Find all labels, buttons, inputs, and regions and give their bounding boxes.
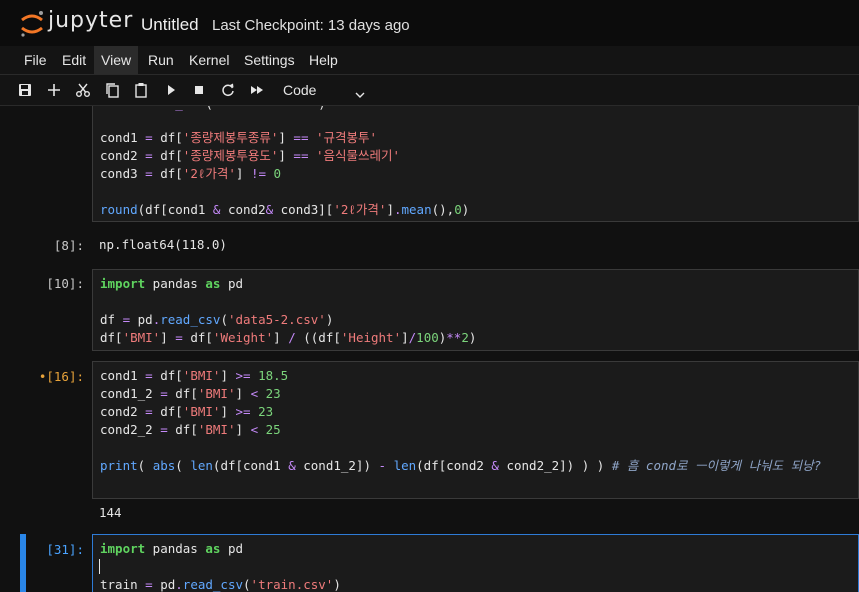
restart-icon[interactable]: [219, 81, 237, 99]
menu-view[interactable]: View: [94, 46, 139, 74]
chevron-down-icon[interactable]: [354, 86, 366, 98]
code-line: round(df[cond1 & cond2& cond3]['2ℓ가격'].m…: [100, 202, 470, 217]
cell-editor[interactable]: _ ( ) cond1 = df['종량제봉투종류'] == '규격봉투' co…: [92, 106, 859, 222]
menu-help[interactable]: Help: [302, 46, 345, 74]
paste-icon[interactable]: [132, 81, 150, 99]
code-line: _ ( ): [100, 106, 326, 113]
code-line: df['BMI'] = df['Weight'] / ((df['Height'…: [100, 330, 477, 345]
code-line: cond3 = df['2ℓ가격'] != 0: [100, 166, 282, 181]
code-line: import pandas as pd: [100, 276, 244, 291]
run-icon[interactable]: [162, 81, 180, 99]
code-line: cond2_2 = df['BMI'] < 25: [100, 422, 281, 437]
notebook-toolbar: Code: [0, 75, 859, 106]
cell-editor[interactable]: import pandas as pd train = pd.read_csv(…: [92, 534, 859, 592]
top-bar: jupyter Untitled Last Checkpoint: 13 day…: [0, 0, 859, 49]
code-line: df = pd.read_csv('data5-2.csv'): [100, 312, 334, 327]
menu-file[interactable]: File: [17, 46, 54, 74]
cell-output: 144: [99, 505, 122, 520]
save-icon[interactable]: [16, 81, 34, 99]
cell-editor[interactable]: cond1 = df['BMI'] >= 18.5 cond1_2 = df['…: [92, 361, 859, 499]
menu-bar: File Edit View Run Kernel Settings Help: [0, 46, 859, 75]
menu-run[interactable]: Run: [141, 46, 181, 74]
output-prompt: [8]:: [53, 238, 84, 253]
code-line: cond1 = df['종량제봉투종류'] == '규격봉투': [100, 130, 378, 145]
menu-settings[interactable]: Settings: [237, 46, 302, 74]
code-cell[interactable]: _ ( ) cond1 = df['종량제봉투종류'] == '규격봉투' co…: [0, 106, 859, 232]
code-line: import pandas as pd: [100, 541, 244, 556]
notebook-panel[interactable]: _ ( ) cond1 = df['종량제봉투종류'] == '규격봉투' co…: [0, 106, 859, 592]
code-line: cond2 = df['종량제봉투용도'] == '음식물쓰레기': [100, 148, 401, 163]
code-line: train = pd.read_csv('train.csv'): [100, 577, 341, 592]
menu-edit[interactable]: Edit: [55, 46, 93, 74]
cell-editor[interactable]: import pandas as pd df = pd.read_csv('da…: [92, 269, 859, 351]
jupyter-logo-icon: [21, 11, 43, 37]
cell-type-select[interactable]: Code: [283, 82, 316, 98]
last-checkpoint: Last Checkpoint: 13 days ago: [212, 17, 410, 34]
notebook-title[interactable]: Untitled: [141, 15, 199, 35]
fast-forward-icon[interactable]: [248, 81, 266, 99]
code-cell[interactable]: cond1 = df['BMI'] >= 18.5 cond1_2 = df['…: [0, 361, 859, 499]
code-line: cond1_2 = df['BMI'] < 23: [100, 386, 281, 401]
cut-icon[interactable]: [74, 81, 92, 99]
cell-output: np.float64(118.0): [99, 237, 227, 252]
stop-icon[interactable]: [190, 81, 208, 99]
copy-icon[interactable]: [103, 81, 121, 99]
code-line: cond1 = df['BMI'] >= 18.5: [100, 368, 289, 383]
code-cell[interactable]: import pandas as pd df = pd.read_csv('da…: [0, 269, 859, 351]
code-line: cond2 = df['BMI'] >= 23: [100, 404, 274, 419]
code-line: print( abs( len(df[cond1 & cond1_2]) - l…: [100, 458, 822, 473]
code-cell-active[interactable]: import pandas as pd train = pd.read_csv(…: [0, 534, 859, 592]
menu-kernel[interactable]: Kernel: [182, 46, 236, 74]
add-icon[interactable]: [45, 81, 63, 99]
jupyter-logo-text: jupyter: [48, 8, 134, 33]
text-cursor: [99, 559, 100, 574]
